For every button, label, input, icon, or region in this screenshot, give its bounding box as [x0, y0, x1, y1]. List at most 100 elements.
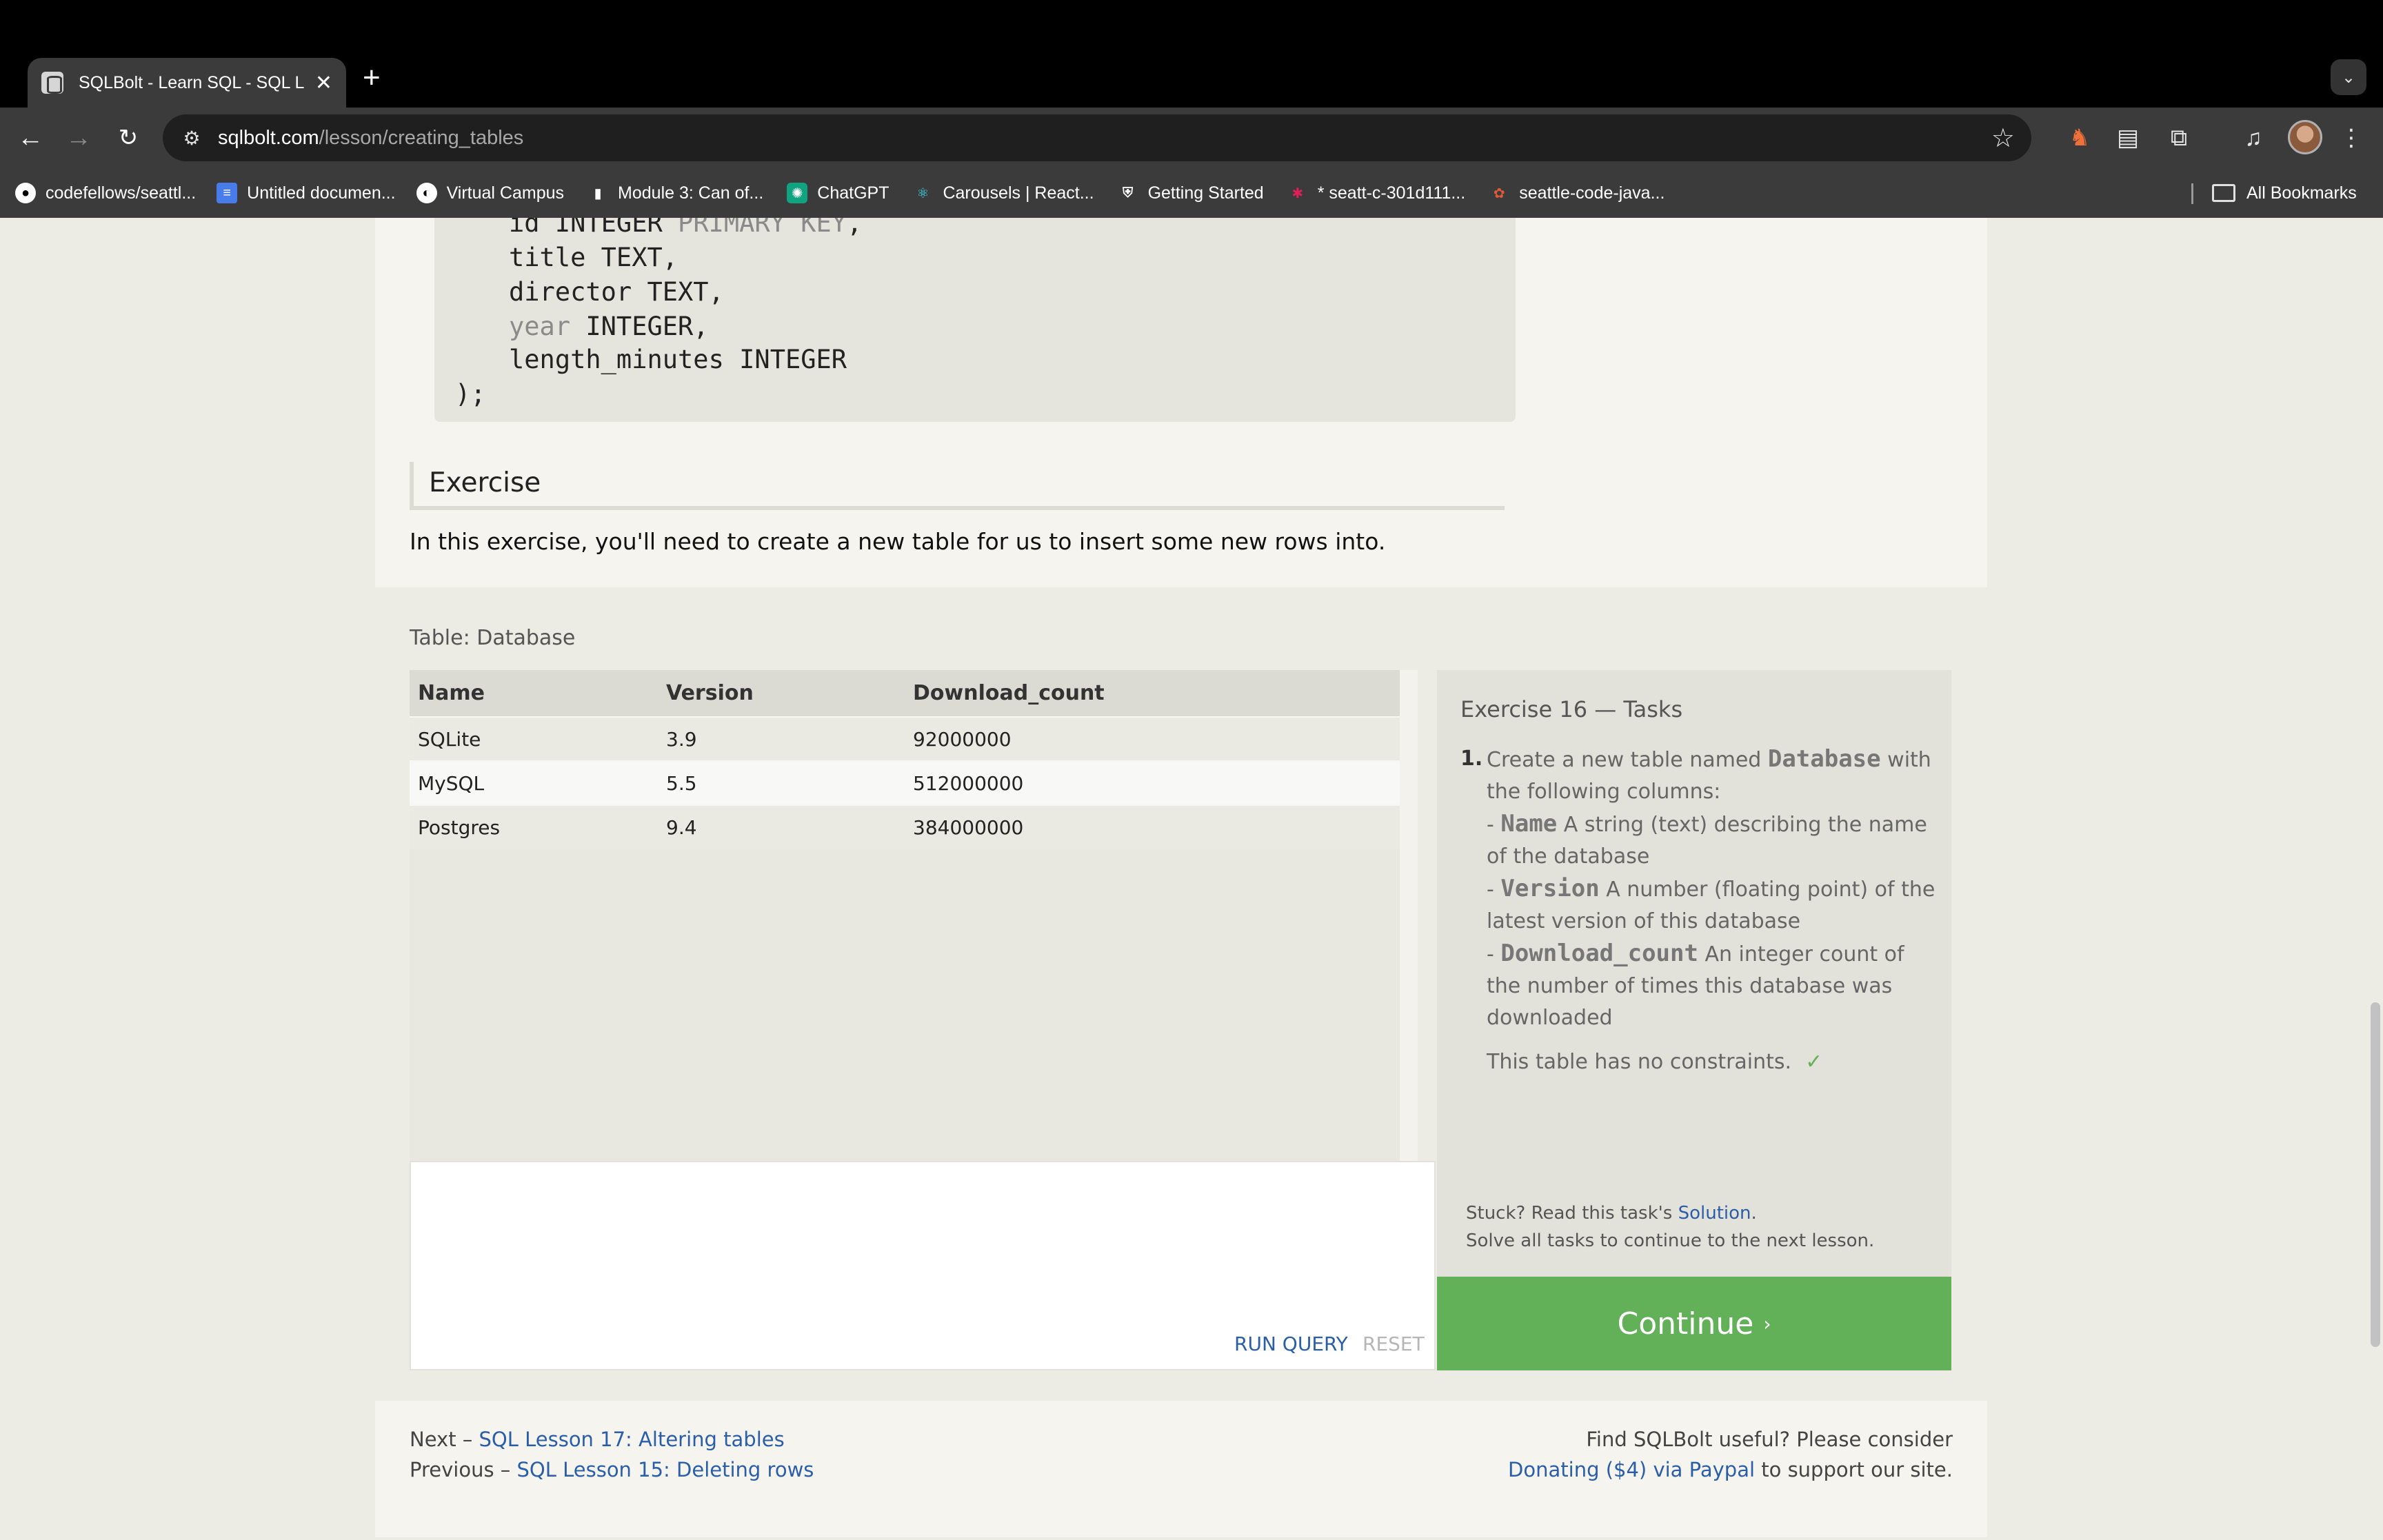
- results-table: Name Version Download_count SQLite 3.9 9…: [410, 670, 1400, 849]
- stuck-hint: Stuck? Read this task's Solution. Solve …: [1466, 1203, 1875, 1251]
- code-line: );: [455, 379, 486, 409]
- tab-sqlbolt[interactable]: SQLBolt - Learn SQL - SQL L ✕: [28, 58, 346, 108]
- menu-kebab-icon[interactable]: ⋮: [2335, 121, 2368, 154]
- bookmark-item[interactable]: ≡ Untitled documen...: [217, 183, 396, 203]
- table-row: MySQL 5.5 512000000: [410, 760, 1400, 805]
- code-line: length_minutes INTEGER: [509, 345, 847, 374]
- column-header: Download_count: [905, 670, 1400, 717]
- browser-toolbar: ← → ↻ ⚙ sqlbolt.com/lesson/creating_tabl…: [0, 108, 2383, 168]
- sql-query-editor[interactable]: RUN QUERY RESET: [410, 1161, 1436, 1370]
- tab-search-chevron-icon[interactable]: ⌄: [2331, 59, 2366, 95]
- table-cell: SQLite: [410, 716, 658, 761]
- bookmark-item[interactable]: ✿ seattle-code-java...: [1489, 183, 1665, 203]
- codefellows-icon: ✿: [1493, 185, 1505, 201]
- code-example-block: id INTEGER PRIMARY KEY, title TEXT, dire…: [434, 218, 1516, 422]
- react-bootstrap-icon: ⚛: [916, 185, 929, 201]
- profile-avatar[interactable]: [2288, 120, 2322, 154]
- table-cell: 92000000: [905, 716, 1400, 761]
- new-tab-button[interactable]: +: [363, 61, 381, 95]
- table-caption: Table: Database: [410, 626, 576, 650]
- task-column-spec: - Name A string (text) describing the na…: [1487, 810, 1927, 869]
- slack-icon: ✱: [1291, 185, 1304, 201]
- shield-icon: ⛨: [1123, 185, 1134, 201]
- table-cell: 9.4: [658, 804, 905, 849]
- media-controls-icon[interactable]: ♫: [2237, 121, 2270, 154]
- table-cell: 3.9: [658, 716, 905, 761]
- lesson-footer: Next – SQL Lesson 17: Altering tables Pr…: [410, 1424, 1953, 1485]
- url-path: /lesson/creating_tables: [319, 126, 524, 149]
- task-item: 1. Create a new table named Database wit…: [1460, 743, 1936, 1078]
- chevron-right-icon: ›: [1763, 1312, 1771, 1335]
- github-icon: ●: [15, 183, 36, 203]
- chatgpt-icon: ✺: [787, 183, 808, 203]
- forward-arrow-icon[interactable]: →: [62, 121, 95, 154]
- back-arrow-icon[interactable]: ←: [14, 121, 47, 154]
- tasks-title: Exercise 16 — Tasks: [1460, 696, 1683, 722]
- lesson-page: id INTEGER PRIMARY KEY, title TEXT, dire…: [375, 218, 1987, 1537]
- exercise-heading: Exercise: [410, 462, 1505, 510]
- solution-link[interactable]: Solution: [1678, 1203, 1751, 1224]
- table-cell: MySQL: [410, 760, 658, 805]
- extension-icon-bookmark[interactable]: ▤: [2111, 121, 2144, 154]
- tasks-panel: Exercise 16 — Tasks 1. Create a new tabl…: [1437, 670, 1951, 1277]
- run-query-button[interactable]: RUN QUERY: [1234, 1333, 1348, 1355]
- task-number: 1.: [1460, 747, 1483, 771]
- continue-button[interactable]: Continue ›: [1437, 1277, 1951, 1370]
- extension-icon-fox[interactable]: ♞: [2063, 121, 2096, 154]
- previous-lesson-link[interactable]: SQL Lesson 15: Deleting rows: [517, 1458, 814, 1481]
- table-cell: 512000000: [905, 760, 1400, 805]
- page-scrollbar[interactable]: [2366, 218, 2383, 1540]
- code-line: id INTEGER PRIMARY KEY,: [509, 218, 863, 238]
- tab-title: SQLBolt - Learn SQL - SQL L: [79, 72, 305, 92]
- task-column-spec: - Download_count An integer count of the…: [1487, 940, 1904, 1030]
- bookmark-item[interactable]: ▮ Module 3: Can of...: [587, 183, 764, 203]
- browser-chrome: SQLBolt - Learn SQL - SQL L ✕ + ⌄ ← → ↻ …: [0, 0, 2383, 218]
- task-column-spec: - Version A number (floating point) of t…: [1487, 875, 1935, 933]
- table-header-row: Name Version Download_count: [410, 670, 1400, 717]
- book-icon: ▮: [594, 185, 602, 201]
- extensions-puzzle-icon[interactable]: ⧉: [2162, 121, 2195, 154]
- table-cell: 5.5: [658, 760, 905, 805]
- globe-icon: ◐: [416, 183, 437, 203]
- url-host: sqlbolt.com: [218, 126, 319, 149]
- column-header: Name: [410, 670, 658, 717]
- table-row: Postgres 9.4 384000000: [410, 804, 1400, 849]
- table-name-code: Database: [1767, 745, 1881, 773]
- tab-strip: SQLBolt - Learn SQL - SQL L ✕ + ⌄: [0, 0, 2383, 108]
- code-line: year INTEGER,: [509, 312, 709, 341]
- reload-icon[interactable]: ↻: [112, 121, 145, 154]
- task-body: Create a new table named Database with t…: [1487, 743, 1936, 1078]
- bookmark-item[interactable]: ● codefellows/seattl...: [15, 183, 196, 203]
- bookmark-item[interactable]: ⚛ Carousels | React...: [912, 183, 1094, 203]
- table-row: SQLite 3.9 92000000: [410, 716, 1400, 761]
- docs-icon: ≡: [217, 183, 238, 203]
- next-lesson-link[interactable]: SQL Lesson 17: Altering tables: [479, 1428, 785, 1451]
- address-bar[interactable]: ⚙ sqlbolt.com/lesson/creating_tables ☆: [163, 114, 2031, 161]
- site-info-icon[interactable]: ⚙: [178, 124, 205, 152]
- bookmarks-bar: ● codefellows/seattl... ≡ Untitled documen…: [0, 168, 2383, 218]
- table-cell: Postgres: [410, 804, 658, 849]
- bookmark-item[interactable]: ◐ Virtual Campus: [416, 183, 564, 203]
- code-line: director TEXT,: [509, 277, 724, 307]
- reset-button[interactable]: RESET: [1363, 1333, 1425, 1355]
- scrollbar-thumb[interactable]: [2371, 1002, 2380, 1347]
- column-header: Version: [658, 670, 905, 717]
- checkmark-icon: ✓: [1805, 1050, 1823, 1074]
- bookmark-star-icon[interactable]: ☆: [1991, 123, 2015, 154]
- bookmark-item[interactable]: ✺ ChatGPT: [787, 183, 889, 203]
- table-cell: 384000000: [905, 804, 1400, 849]
- bookmark-item[interactable]: ⛨ Getting Started: [1118, 183, 1264, 203]
- task-list: 1. Create a new table named Database wit…: [1460, 743, 1936, 1078]
- results-table-panel: Name Version Download_count SQLite 3.9 9…: [410, 670, 1418, 1161]
- folder-icon: [2212, 184, 2235, 202]
- page-viewport: id INTEGER PRIMARY KEY, title TEXT, dire…: [0, 218, 2383, 1540]
- sqlbolt-favicon-icon: [41, 72, 63, 94]
- bookmark-item[interactable]: ✱ * seatt-c-301d111...: [1287, 183, 1465, 203]
- donate-note: Find SQLBolt useful? Please consider Don…: [1508, 1428, 1953, 1481]
- close-tab-icon[interactable]: ✕: [315, 71, 332, 95]
- donate-link[interactable]: Donating ($4) via Paypal: [1508, 1458, 1755, 1481]
- task-constraints: This table has no constraints. ✓: [1487, 1050, 1823, 1074]
- code-line: title TEXT,: [509, 243, 678, 272]
- exercise-area: Table: Database Name Version Download_co…: [375, 587, 1987, 1401]
- all-bookmarks-button[interactable]: All Bookmarks: [2189, 168, 2357, 218]
